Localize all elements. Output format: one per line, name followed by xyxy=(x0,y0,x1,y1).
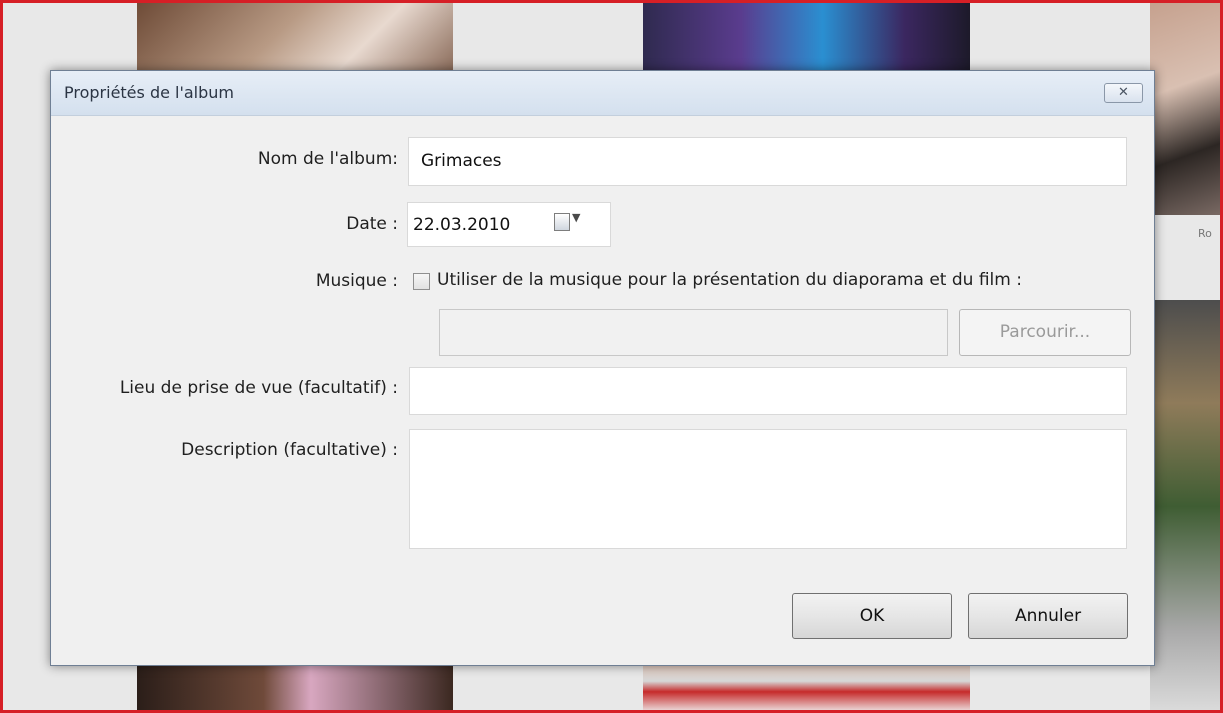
music-label: Musique : xyxy=(315,271,398,291)
date-value: 22.03.2010 xyxy=(413,215,511,235)
date-picker[interactable]: 22.03.2010 ▼ xyxy=(407,202,611,247)
calendar-icon[interactable] xyxy=(554,213,570,231)
album-name-input[interactable]: Grimaces xyxy=(408,137,1127,186)
photo-thumbnail xyxy=(137,660,453,713)
location-label: Lieu de prise de vue (facultatif) : xyxy=(119,378,398,398)
music-checkbox[interactable] xyxy=(413,273,430,290)
ok-button[interactable]: OK xyxy=(792,593,952,639)
photo-thumbnail xyxy=(1150,300,1223,713)
date-label: Date : xyxy=(346,214,398,234)
close-icon: ✕ xyxy=(1118,85,1129,100)
album-properties-dialog: Propriétés de l'album ✕ Nom de l'album: … xyxy=(50,70,1155,666)
description-textarea[interactable] xyxy=(409,429,1127,549)
browse-button[interactable]: Parcourir... xyxy=(959,309,1131,356)
photo-caption: Ro xyxy=(1198,227,1212,240)
photo-thumbnail xyxy=(643,660,970,713)
description-label: Description (facultative) : xyxy=(181,440,398,460)
music-checkbox-label[interactable]: Utiliser de la musique pour la présentat… xyxy=(437,270,1022,290)
photo-thumbnail xyxy=(643,0,970,72)
cancel-button[interactable]: Annuler xyxy=(968,593,1128,639)
photo-thumbnail xyxy=(137,0,453,72)
chevron-down-icon[interactable]: ▼ xyxy=(572,211,580,224)
dialog-title: Propriétés de l'album xyxy=(64,83,235,102)
music-path-field xyxy=(439,309,948,356)
dialog-titlebar[interactable]: Propriétés de l'album ✕ xyxy=(51,71,1154,116)
photo-thumbnail xyxy=(1150,0,1223,215)
close-button[interactable]: ✕ xyxy=(1104,83,1143,103)
album-name-label: Nom de l'album: xyxy=(257,149,398,169)
location-input[interactable] xyxy=(409,367,1127,415)
